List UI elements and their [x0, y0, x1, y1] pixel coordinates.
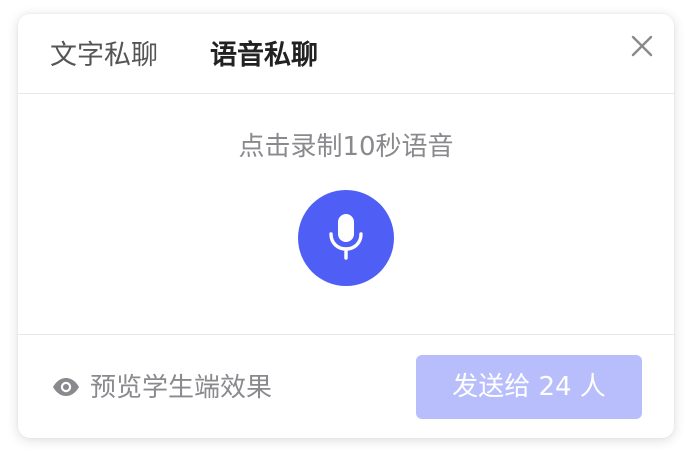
- send-button[interactable]: 发送给 24 人: [416, 355, 642, 419]
- close-button[interactable]: [628, 32, 656, 60]
- record-button[interactable]: [298, 190, 394, 286]
- record-hint: 点击录制10秒语音: [238, 132, 454, 162]
- dialog-header: 文字私聊 语音私聊: [18, 14, 674, 94]
- close-icon: [631, 35, 653, 57]
- dialog-footer: 预览学生端效果 发送给 24 人: [18, 334, 674, 438]
- microphone-icon: [329, 214, 363, 260]
- eye-icon: [53, 378, 79, 396]
- preview-label: 预览学生端效果: [90, 373, 273, 403]
- tab-voice-chat[interactable]: 语音私聊: [210, 38, 318, 74]
- tab-text-chat[interactable]: 文字私聊: [50, 38, 158, 74]
- record-area: 点击录制10秒语音: [18, 94, 674, 334]
- voice-message-dialog: 文字私聊 语音私聊 点击录制10秒语音 预览学生端效果 发送给 24 人: [18, 14, 674, 438]
